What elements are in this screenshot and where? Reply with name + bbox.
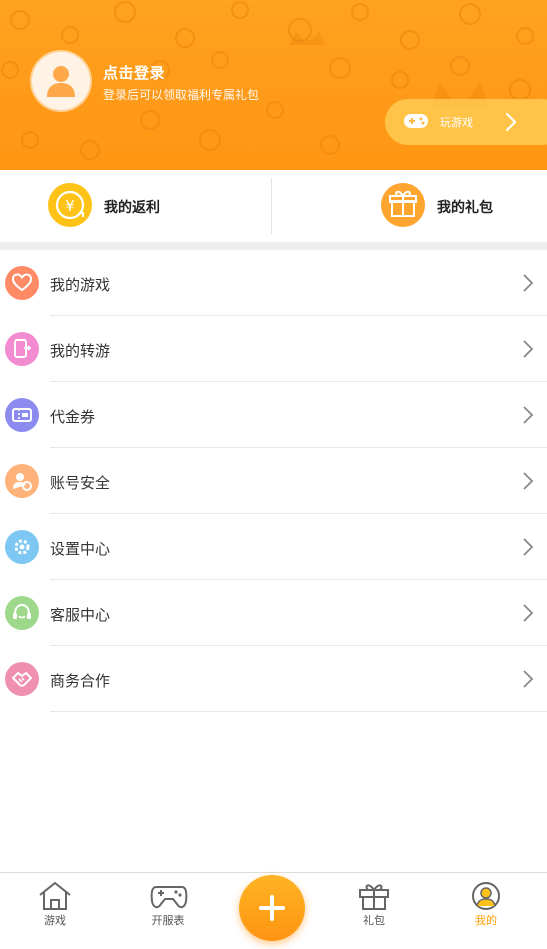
row-divider xyxy=(50,711,547,712)
tab-label: 礼包 xyxy=(363,914,385,927)
gift-box-icon xyxy=(381,183,425,227)
menu-item-customer-service[interactable]: 客服中心 xyxy=(0,580,547,646)
tab-label: 我的 xyxy=(475,914,497,927)
chevron-right-icon xyxy=(523,274,534,292)
gamepad-icon xyxy=(150,886,188,909)
user-shield-icon xyxy=(5,464,39,498)
profile-icon xyxy=(472,882,500,910)
add-fab-button[interactable] xyxy=(239,875,305,941)
svg-text:¥: ¥ xyxy=(65,197,75,215)
menu-item-label: 客服中心 xyxy=(50,606,111,624)
chevron-right-icon xyxy=(523,604,534,622)
login-subtitle: 登录后可以领取福利专属礼包 xyxy=(103,88,260,102)
play-games-label: 玩游戏 xyxy=(440,116,473,129)
tab-label: 开服表 xyxy=(151,914,185,927)
login-title[interactable]: 点击登录 xyxy=(103,62,165,83)
tab-mine[interactable]: 我的 xyxy=(446,873,526,949)
rebate-coin-icon: ¥ xyxy=(48,183,92,227)
gamepad-icon xyxy=(404,114,428,128)
chevron-right-icon xyxy=(523,406,534,424)
user-silhouette-icon xyxy=(47,66,75,97)
menu-item-my-games[interactable]: 我的游戏 xyxy=(0,250,547,316)
menu-item-business[interactable]: 商务合作 xyxy=(0,646,547,712)
tab-label: 游戏 xyxy=(44,914,66,927)
tab-games[interactable]: 游戏 xyxy=(15,873,95,949)
chevron-right-icon xyxy=(505,112,517,132)
my-rebate-label: 我的返利 xyxy=(104,200,160,216)
ticket-icon xyxy=(5,398,39,432)
transfer-phone-icon xyxy=(5,332,39,366)
menu-item-label: 设置中心 xyxy=(50,540,111,558)
chevron-right-icon xyxy=(523,538,534,556)
menu-item-label: 账号安全 xyxy=(50,474,111,492)
avatar[interactable] xyxy=(32,52,90,110)
gear-icon xyxy=(5,530,39,564)
gift-icon xyxy=(359,884,389,910)
quick-actions: ¥ 我的返利 我的礼包 xyxy=(0,170,547,242)
profile-header: 点击登录 登录后可以领取福利专属礼包 玩游戏 xyxy=(0,0,547,170)
home-icon xyxy=(39,881,71,910)
menu-item-label: 商务合作 xyxy=(50,672,111,690)
heart-icon xyxy=(5,266,39,300)
section-separator xyxy=(0,242,547,250)
my-rebate-button[interactable]: ¥ 我的返利 xyxy=(0,170,273,242)
menu-item-label: 代金券 xyxy=(50,408,96,426)
quick-divider xyxy=(271,178,272,234)
headset-icon xyxy=(5,596,39,630)
chevron-right-icon xyxy=(523,472,534,490)
play-games-button[interactable]: 玩游戏 xyxy=(385,99,547,145)
menu-item-account-security[interactable]: 账号安全 xyxy=(0,448,547,514)
my-gift-label: 我的礼包 xyxy=(437,200,493,216)
menu-item-settings[interactable]: 设置中心 xyxy=(0,514,547,580)
my-gift-button[interactable]: 我的礼包 xyxy=(273,170,546,242)
menu-item-voucher[interactable]: 代金券 xyxy=(0,382,547,448)
tab-gifts[interactable]: 礼包 xyxy=(334,873,414,949)
tab-server-list[interactable]: 开服表 xyxy=(128,873,208,949)
plus-icon xyxy=(259,895,285,921)
menu-item-label: 我的游戏 xyxy=(50,276,111,294)
menu-item-label: 我的转游 xyxy=(50,342,111,360)
handshake-icon xyxy=(5,662,39,696)
menu-item-my-transfer[interactable]: 我的转游 xyxy=(0,316,547,382)
chevron-right-icon xyxy=(523,340,534,358)
chevron-right-icon xyxy=(523,670,534,688)
